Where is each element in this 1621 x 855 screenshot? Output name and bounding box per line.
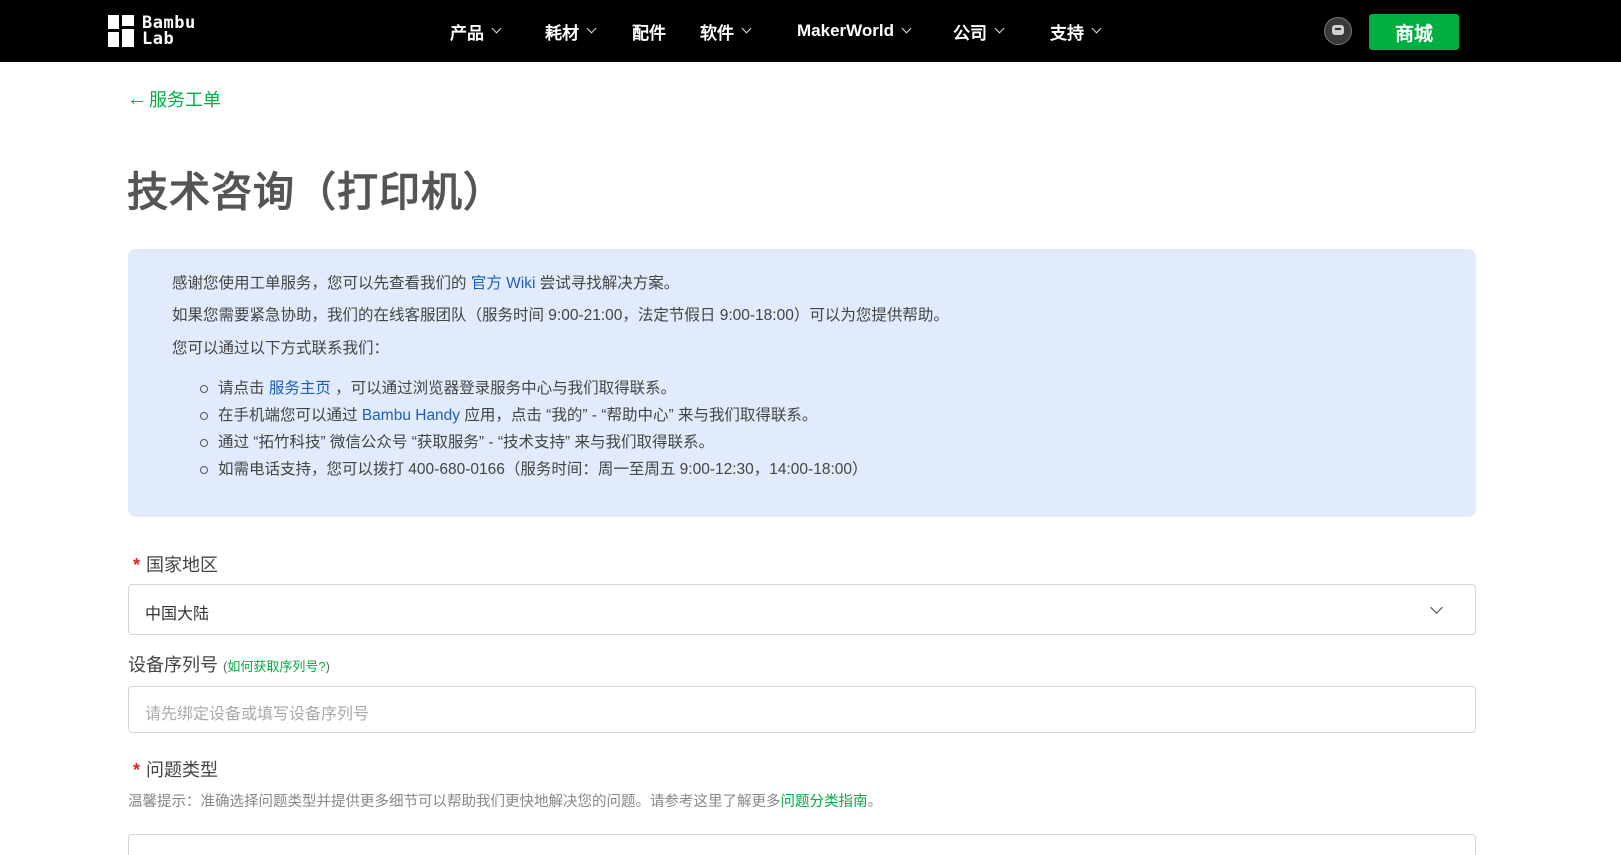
issue-type-select[interactable] — [128, 834, 1476, 855]
serial-help-close: ) — [325, 659, 330, 674]
contact-methods-list: 请点击 服务主页 ，可以通过浏览器登录服务中心与我们取得联系。 在手机端您可以通… — [200, 375, 868, 483]
chevron-down-icon — [491, 23, 502, 34]
required-mark: * — [133, 760, 141, 780]
back-arrow-icon: ← — [127, 88, 147, 110]
info-line-2: 如果您需要紧急协助，我们的在线客服团队（服务时间 9:00-21:00，法定节假… — [172, 307, 949, 324]
chevron-down-icon — [586, 23, 597, 34]
issue-type-hint-pre: 温馨提示：准确选择问题类型并提供更多细节可以帮助我们更快地解决您的问题。请参考这… — [128, 794, 781, 810]
page-title: 技术咨询（打印机） — [127, 169, 505, 215]
user-avatar-icon[interactable] — [1324, 17, 1352, 45]
nav-makerworld-label: MakerWorld — [797, 21, 894, 40]
issue-type-hint-post: 。 — [867, 794, 883, 810]
list-item-post: 应用，点击 “我的” - “帮助中心” 来与我们取得联系。 — [464, 407, 818, 424]
nav-makerworld[interactable]: MakerWorld — [797, 0, 912, 62]
logo-text: Bambu Lab — [142, 15, 196, 49]
info-notice-box: 感谢您使用工单服务，您可以先查看我们的 官方 Wiki 尝试寻找解决方案。 如果… — [128, 249, 1476, 517]
region-label-text: 国家地区 — [146, 555, 219, 575]
nav-accessories-label: 配件 — [632, 23, 666, 43]
region-select[interactable]: 中国大陆 — [128, 584, 1476, 635]
nav-software-label: 软件 — [700, 23, 734, 43]
serial-label-text: 设备序列号 — [128, 655, 218, 675]
nav-company[interactable]: 公司 — [953, 0, 1005, 62]
nav-filament[interactable]: 耗材 — [545, 0, 597, 62]
required-mark: * — [133, 555, 141, 575]
chevron-down-icon — [1430, 601, 1443, 614]
nav-company-label: 公司 — [953, 23, 987, 43]
serial-number-placeholder: 请先绑定设备或填写设备序列号 — [145, 706, 370, 723]
list-item: 如需电话支持，您可以拨打 400-680-0166（服务时间：周一至周五 9:0… — [200, 456, 868, 483]
chevron-down-icon — [741, 23, 752, 34]
nav-products-label: 产品 — [450, 23, 484, 43]
shop-button[interactable]: 商城 — [1369, 14, 1459, 50]
info-line-1-post: 尝试寻找解决方案。 — [539, 275, 680, 292]
back-link[interactable]: ← 服务工单 — [127, 86, 221, 112]
list-item: 通过 “拓竹科技” 微信公众号 “获取服务” - “技术支持” 来与我们取得联系… — [200, 429, 868, 456]
serial-help: (如何获取序列号?) — [223, 659, 330, 674]
chevron-down-icon — [901, 23, 912, 34]
region-select-value: 中国大陆 — [145, 606, 210, 623]
top-navigation-bar: Bambu Lab 产品 耗材 配件 软件 MakerWorld 公司 支持 商… — [0, 0, 1621, 62]
how-to-get-serial-link[interactable]: 如何获取序列号? — [227, 659, 325, 674]
list-item-pre: 请点击 — [218, 380, 265, 397]
nav-support[interactable]: 支持 — [1050, 0, 1102, 62]
chevron-down-icon — [1091, 23, 1102, 34]
issue-type-label: * 问题类型 — [133, 756, 218, 782]
list-item-pre: 在手机端您可以通过 — [218, 407, 358, 424]
list-item-post: ，可以通过浏览器登录服务中心与我们取得联系。 — [335, 380, 677, 397]
back-link-label: 服务工单 — [149, 90, 221, 110]
bambu-lab-logo[interactable]: Bambu Lab — [108, 15, 196, 49]
info-line-1: 感谢您使用工单服务，您可以先查看我们的 官方 Wiki 尝试寻找解决方案。 — [172, 271, 679, 293]
nav-filament-label: 耗材 — [545, 23, 579, 43]
region-label: * 国家地区 — [133, 551, 218, 577]
nav-accessories[interactable]: 配件 — [632, 0, 666, 62]
issue-category-guide-link[interactable]: 问题分类指南 — [781, 794, 868, 810]
chevron-down-icon — [994, 23, 1005, 34]
service-home-link[interactable]: 服务主页 — [269, 380, 331, 397]
nav-products[interactable]: 产品 — [450, 0, 502, 62]
nav-support-label: 支持 — [1050, 23, 1084, 43]
info-line-1-pre: 感谢您使用工单服务，您可以先查看我们的 — [172, 275, 467, 292]
serial-label: 设备序列号 (如何获取序列号?) — [128, 651, 330, 677]
info-line-3: 您可以通过以下方式联系我们： — [172, 340, 390, 357]
nav-software[interactable]: 软件 — [700, 0, 752, 62]
list-item: 在手机端您可以通过 Bambu Handy 应用，点击 “我的” - “帮助中心… — [200, 402, 868, 429]
bambu-logo-mark-icon — [108, 15, 134, 47]
serial-number-field[interactable]: 请先绑定设备或填写设备序列号 — [128, 686, 1476, 733]
list-item: 请点击 服务主页 ，可以通过浏览器登录服务中心与我们取得联系。 — [200, 375, 868, 402]
logo-line-2: Lab — [142, 29, 175, 49]
issue-type-label-text: 问题类型 — [146, 760, 219, 780]
official-wiki-link[interactable]: 官方 Wiki — [471, 275, 536, 292]
bambu-handy-link[interactable]: Bambu Handy — [362, 407, 460, 424]
issue-type-hint: 温馨提示：准确选择问题类型并提供更多细节可以帮助我们更快地解决您的问题。请参考这… — [128, 790, 882, 811]
